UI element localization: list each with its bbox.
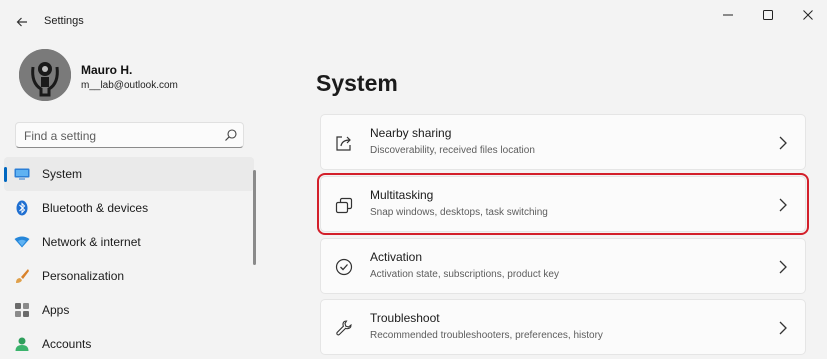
sidebar-item-apps[interactable]: Apps	[4, 293, 254, 327]
bluetooth-icon	[14, 200, 30, 216]
card-troubleshoot[interactable]: Troubleshoot Recommended troubleshooters…	[320, 299, 806, 355]
maximize-icon	[763, 10, 773, 20]
sidebar-item-personalization[interactable]: Personalization	[4, 259, 254, 293]
search-icon[interactable]	[224, 128, 238, 142]
search-input[interactable]	[24, 127, 214, 145]
sidebar-nav: System Bluetooth & devices Network & int…	[4, 157, 254, 359]
person-icon	[14, 336, 30, 352]
back-button[interactable]	[10, 10, 34, 34]
card-multitasking[interactable]: Multitasking Snap windows, desktops, tas…	[317, 173, 809, 235]
sidebar-item-accounts[interactable]: Accounts	[4, 327, 254, 359]
sidebar-item-label: System	[42, 167, 83, 181]
wifi-icon	[14, 234, 30, 250]
search-box[interactable]	[15, 122, 244, 148]
maximize-button[interactable]	[748, 4, 788, 26]
card-title: Multitasking	[370, 188, 434, 202]
card-subtitle: Recommended troubleshooters, preferences…	[370, 330, 603, 341]
multitasking-icon	[334, 195, 354, 215]
card-title: Troubleshoot	[370, 311, 440, 325]
user-name: Mauro H.	[81, 63, 133, 77]
sidebar-item-label: Accounts	[42, 337, 92, 351]
sidebar-item-bluetooth[interactable]: Bluetooth & devices	[4, 191, 254, 225]
chevron-right-icon	[779, 198, 787, 212]
page-title: System	[316, 70, 398, 96]
selection-indicator	[4, 167, 7, 182]
sidebar-item-label: Network & internet	[42, 235, 141, 249]
minimize-button[interactable]	[708, 4, 748, 26]
chevron-right-icon	[779, 136, 787, 150]
settings-window: Settings Mauro H. m__lab@outlook.com Fin…	[0, 0, 827, 359]
title-bar: Settings	[0, 0, 827, 44]
close-button[interactable]	[788, 4, 827, 26]
share-icon	[334, 133, 354, 153]
wrench-icon	[334, 318, 354, 338]
close-icon	[803, 10, 813, 20]
card-nearby-sharing[interactable]: Nearby sharing Discoverability, received…	[320, 114, 806, 170]
user-email: m__lab@outlook.com	[81, 80, 178, 91]
sidebar-item-network[interactable]: Network & internet	[4, 225, 254, 259]
card-subtitle: Snap windows, desktops, task switching	[370, 207, 548, 218]
back-arrow-icon	[16, 17, 27, 27]
card-subtitle: Discoverability, received files location	[370, 145, 535, 156]
card-title: Nearby sharing	[370, 126, 452, 140]
minimize-icon	[723, 14, 733, 16]
sidebar-item-system[interactable]: System	[4, 157, 254, 191]
avatar[interactable]	[19, 49, 71, 101]
activation-check-icon	[334, 257, 354, 277]
sidebar-item-label: Apps	[42, 303, 70, 317]
card-activation[interactable]: Activation Activation state, subscriptio…	[320, 238, 806, 294]
brush-icon	[14, 268, 30, 284]
chevron-right-icon	[779, 260, 787, 274]
sidebar-item-label: Personalization	[42, 269, 125, 283]
avatar-image-icon	[19, 49, 71, 101]
system-display-icon	[14, 166, 30, 182]
chevron-right-icon	[779, 321, 787, 335]
apps-grid-icon	[14, 302, 30, 318]
card-subtitle: Activation state, subscriptions, product…	[370, 269, 559, 280]
app-title: Settings	[44, 15, 84, 27]
card-title: Activation	[370, 250, 423, 264]
sidebar-scrollbar[interactable]	[253, 170, 256, 265]
sidebar-item-label: Bluetooth & devices	[42, 201, 149, 215]
